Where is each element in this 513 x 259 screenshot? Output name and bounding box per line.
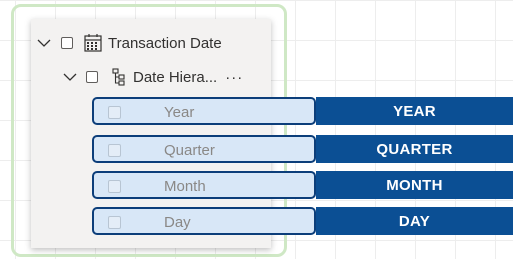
field-row-year[interactable]: Year — [92, 97, 316, 125]
checkbox[interactable] — [108, 106, 121, 119]
more-options-icon[interactable]: ··· — [225, 69, 243, 86]
field-label: Day — [164, 214, 191, 231]
field-tag-quarter: QUARTER — [316, 135, 513, 163]
tree-node-transaction-date[interactable]: Transaction Date — [36, 33, 222, 53]
checkbox[interactable] — [86, 71, 98, 83]
field-row-quarter[interactable]: Quarter — [92, 135, 316, 163]
field-tag-year: YEAR — [316, 97, 513, 125]
field-row-day[interactable]: Day — [92, 207, 316, 235]
field-tag-month: MONTH — [316, 171, 513, 199]
checkbox[interactable] — [108, 144, 121, 157]
chevron-down-icon[interactable] — [36, 37, 52, 49]
tree-node-date-hierarchy[interactable]: Date Hiera... ··· — [62, 68, 243, 86]
checkbox[interactable] — [108, 216, 121, 229]
field-label: Month — [164, 178, 206, 195]
chevron-down-icon[interactable] — [62, 71, 78, 83]
checkbox[interactable] — [61, 37, 73, 49]
checkbox[interactable] — [108, 180, 121, 193]
field-label: Year — [164, 104, 195, 121]
hierarchy-icon — [112, 68, 126, 86]
field-row-month[interactable]: Month — [92, 171, 316, 199]
field-tag-day: DAY — [316, 207, 513, 235]
tree-node-label: Transaction Date — [108, 34, 222, 52]
calendar-icon — [83, 33, 103, 53]
field-label: Quarter — [164, 142, 215, 159]
tree-node-label: Date Hiera... — [133, 68, 218, 86]
